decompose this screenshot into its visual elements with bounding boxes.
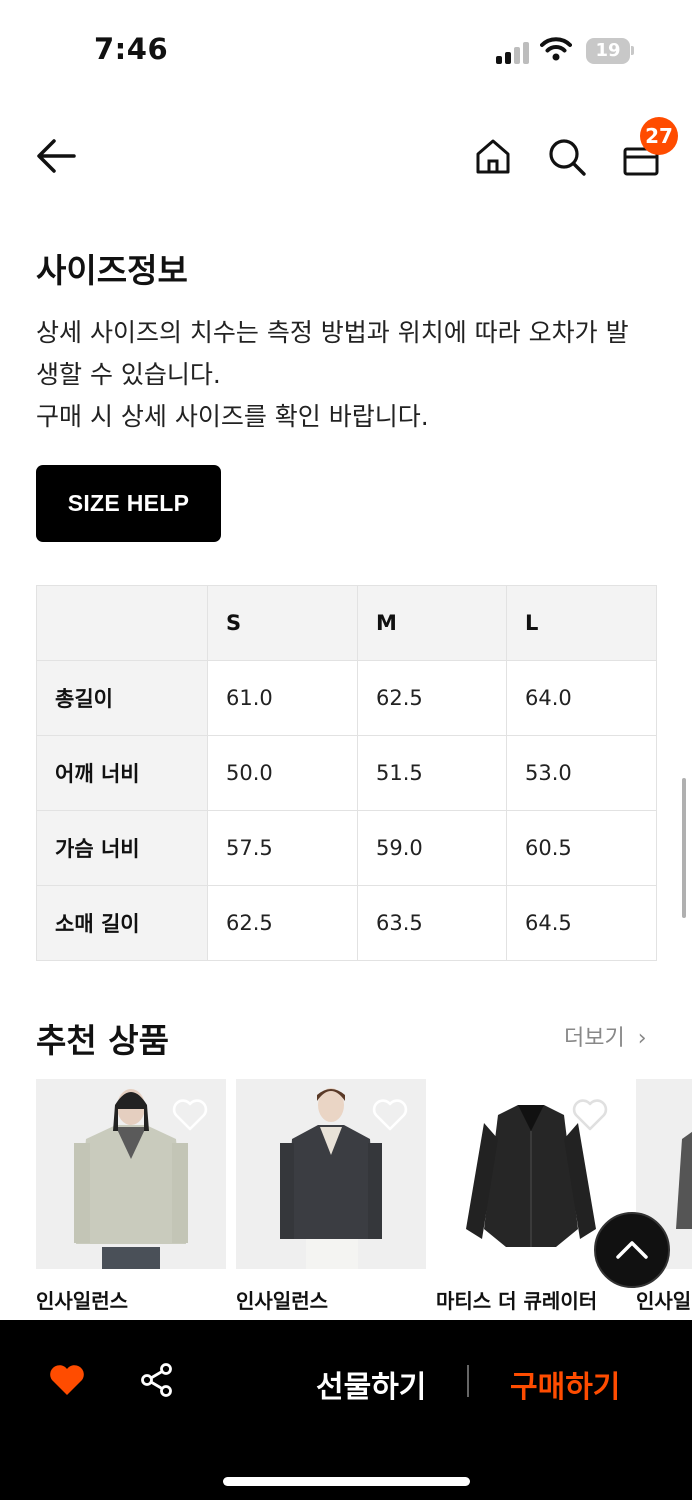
description-line: 구매 시 상세 사이즈를 확인 바랍니다. xyxy=(36,402,429,431)
size-table-header: S M L xyxy=(36,585,657,661)
product-image[interactable] xyxy=(36,1079,226,1269)
row-label: 어깨 너비 xyxy=(36,735,208,811)
scrollbar[interactable] xyxy=(682,778,686,918)
row-label: 소매 길이 xyxy=(36,885,208,961)
share-icon[interactable] xyxy=(139,1362,175,1398)
wishlist-heart-icon[interactable] xyxy=(372,1099,408,1131)
header-cell-l: L xyxy=(506,585,657,661)
size-info-description: 상세 사이즈의 치수는 측정 방법과 위치에 따라 오차가 발 생할 수 있습니… xyxy=(36,312,666,438)
wishlist-heart-icon[interactable] xyxy=(572,1099,608,1131)
product-card[interactable]: 인사일런스 xyxy=(36,1079,226,1314)
row-label: 가슴 너비 xyxy=(36,810,208,886)
size-value: 53.0 xyxy=(506,735,657,811)
size-value: 57.5 xyxy=(207,810,358,886)
wifi-icon xyxy=(540,37,572,61)
table-row: 어깨 너비 50.0 51.5 53.0 xyxy=(36,735,657,811)
description-line: 생할 수 있습니다. xyxy=(36,360,221,389)
buy-button[interactable]: 구매하기 xyxy=(510,1362,620,1406)
size-value: 61.0 xyxy=(207,660,358,736)
more-link-label: 더보기 xyxy=(564,1026,625,1051)
size-value: 51.5 xyxy=(357,735,507,811)
chevron-right-icon: › xyxy=(637,1026,647,1051)
table-row: 가슴 너비 57.5 59.0 60.5 xyxy=(36,810,657,886)
size-help-button[interactable]: SIZE HELP xyxy=(36,465,221,542)
header-cell-m: M xyxy=(357,585,507,661)
cart-count-badge: 27 xyxy=(640,117,678,155)
battery-icon: 19 xyxy=(586,38,630,64)
home-icon[interactable] xyxy=(474,137,512,175)
back-arrow-icon[interactable] xyxy=(34,136,78,176)
battery-tip xyxy=(631,46,634,55)
status-time: 7:46 xyxy=(94,32,169,66)
size-info-title: 사이즈정보 xyxy=(36,251,188,290)
size-value: 62.5 xyxy=(207,885,358,961)
chevron-up-icon xyxy=(616,1241,648,1259)
home-indicator[interactable] xyxy=(223,1477,470,1486)
product-brand: 인사일런스 xyxy=(36,1289,128,1313)
row-label: 총길이 xyxy=(36,660,208,736)
recommended-title: 추천 상품 xyxy=(36,1021,169,1060)
product-brand: 인사일런스 xyxy=(236,1289,328,1313)
size-value: 64.0 xyxy=(506,660,657,736)
product-card[interactable]: 인사일런스 xyxy=(236,1079,426,1314)
product-image[interactable] xyxy=(236,1079,426,1269)
size-value: 64.5 xyxy=(506,885,657,961)
description-line: 상세 사이즈의 치수는 측정 방법과 위치에 따라 오차가 발 xyxy=(36,318,629,347)
bottom-action-bar xyxy=(0,1320,692,1500)
bottom-bar-divider xyxy=(467,1365,469,1397)
more-link[interactable]: 더보기 › xyxy=(564,1020,647,1052)
size-value: 60.5 xyxy=(506,810,657,886)
table-row: 소매 길이 62.5 63.5 64.5 xyxy=(36,885,657,961)
wishlist-heart-icon[interactable] xyxy=(172,1099,208,1131)
table-row: 총길이 61.0 62.5 64.0 xyxy=(36,660,657,736)
product-brand: 인사일 xyxy=(636,1289,692,1313)
header-cell-s: S xyxy=(207,585,358,661)
scroll-to-top-button[interactable] xyxy=(594,1212,670,1288)
product-brand: 마티스 더 큐레이터 xyxy=(436,1289,598,1313)
size-value: 63.5 xyxy=(357,885,507,961)
gift-button[interactable]: 선물하기 xyxy=(316,1362,426,1406)
cellular-signal-icon xyxy=(496,40,532,64)
size-table: S M L 총길이 61.0 62.5 64.0 어깨 너비 50.0 51.5… xyxy=(36,585,657,961)
size-value: 59.0 xyxy=(357,810,507,886)
like-heart-icon[interactable] xyxy=(49,1364,85,1396)
search-icon[interactable] xyxy=(547,137,587,177)
size-value: 62.5 xyxy=(357,660,507,736)
size-value: 50.0 xyxy=(207,735,358,811)
header-cell-empty xyxy=(36,585,208,661)
